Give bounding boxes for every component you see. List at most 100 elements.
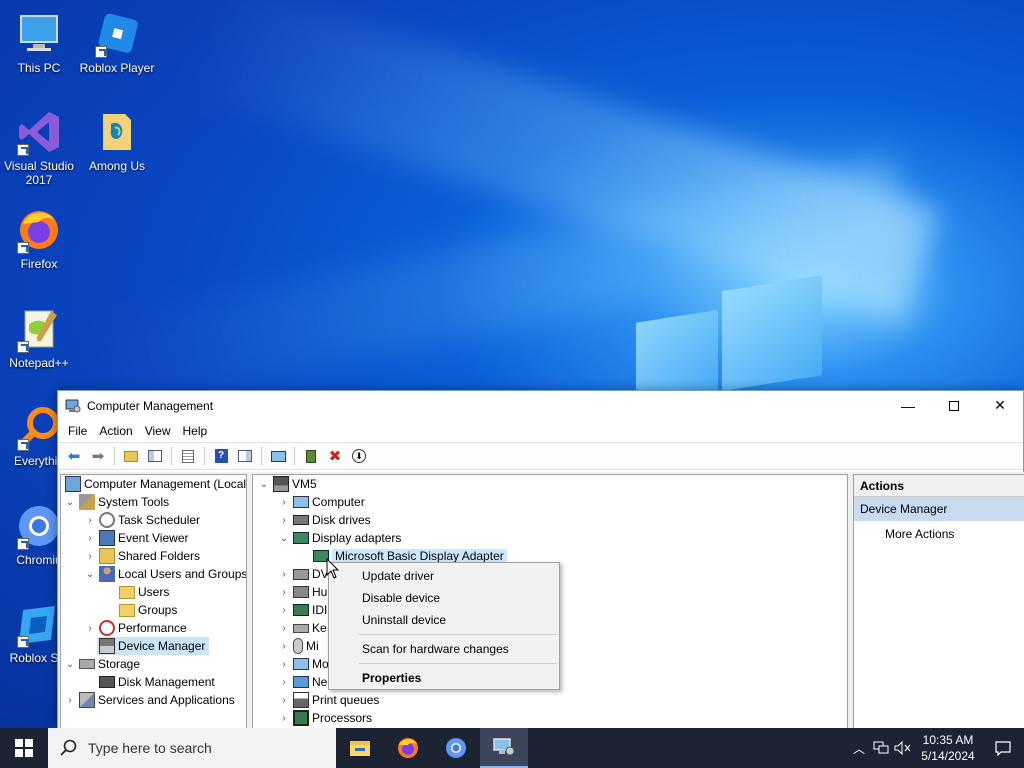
- minimize-button[interactable]: —: [885, 391, 931, 420]
- menu-view[interactable]: View: [139, 424, 177, 438]
- device-category-mice[interactable]: › Mi: [277, 637, 319, 655]
- chevron-right-icon[interactable]: ›: [63, 695, 77, 706]
- chevron-right-icon[interactable]: ›: [83, 515, 97, 526]
- show-hide-tree-button[interactable]: [144, 446, 166, 466]
- desktop-icon-this-pc[interactable]: This PC: [0, 10, 79, 75]
- menu-item-properties[interactable]: Properties: [329, 667, 559, 689]
- chevron-right-icon[interactable]: ›: [83, 623, 97, 634]
- chevron-down-icon[interactable]: ⌄: [83, 569, 97, 580]
- menu-item-update-driver[interactable]: Update driver: [329, 565, 559, 587]
- update-driver-button[interactable]: [300, 446, 322, 466]
- chevron-right-icon[interactable]: ›: [83, 533, 97, 544]
- actions-pane: Actions Device Manager More Actions: [853, 474, 1024, 729]
- device-category-dvd[interactable]: › DV: [277, 565, 328, 583]
- tree-item-event-viewer[interactable]: › Event Viewer: [83, 529, 188, 547]
- device-category-hid[interactable]: › Hu: [277, 583, 327, 601]
- menu-file[interactable]: File: [62, 424, 93, 438]
- taskbar-firefox[interactable]: [384, 728, 432, 768]
- down-arrow-circle-icon: ⬇: [352, 449, 366, 463]
- device-category-display-adapters[interactable]: ⌄ Display adapters: [277, 529, 402, 547]
- menu-item-uninstall-device[interactable]: Uninstall device: [329, 609, 559, 631]
- device-category-computer[interactable]: › Computer: [277, 493, 364, 511]
- device-category-keyboards[interactable]: › Ke: [277, 619, 326, 637]
- taskbar-search-box[interactable]: Type here to search: [48, 728, 336, 768]
- forward-button[interactable]: ➡: [87, 446, 109, 466]
- chevron-down-icon[interactable]: ⌄: [257, 479, 271, 490]
- desktop-icon-notepadpp[interactable]: Notepad++: [0, 305, 79, 370]
- chevron-right-icon[interactable]: ›: [83, 551, 97, 562]
- device-category-disk-drives[interactable]: › Disk drives: [277, 511, 370, 529]
- tree-item-disk-management[interactable]: Disk Management: [97, 673, 215, 691]
- start-button[interactable]: [0, 728, 48, 768]
- notification-center-button[interactable]: [982, 728, 1024, 768]
- taskbar-chromium[interactable]: [432, 728, 480, 768]
- close-button[interactable]: ✕: [977, 391, 1023, 420]
- chevron-right-icon[interactable]: ›: [277, 659, 291, 670]
- tree-item-device-manager[interactable]: Device Manager: [97, 637, 210, 655]
- device-category-ide[interactable]: › IDI: [277, 601, 327, 619]
- properties-button[interactable]: [177, 446, 199, 466]
- uninstall-device-button[interactable]: ✖: [324, 446, 346, 466]
- desktop-icon-firefox[interactable]: Firefox: [0, 206, 79, 271]
- tree-item-performance[interactable]: › Performance: [83, 619, 187, 637]
- monitor-icon: [270, 450, 286, 462]
- taskbar-file-explorer[interactable]: [336, 728, 384, 768]
- back-button[interactable]: ⬅: [63, 446, 85, 466]
- computer-icon: [273, 476, 289, 492]
- ide-controller-icon: [293, 604, 309, 616]
- chevron-down-icon[interactable]: ⌄: [63, 659, 77, 670]
- tree-item-groups[interactable]: Groups: [117, 601, 177, 619]
- scan-hardware-button[interactable]: [267, 446, 289, 466]
- chevron-right-icon[interactable]: ›: [277, 713, 291, 724]
- chevron-right-icon[interactable]: ›: [277, 515, 291, 526]
- users-icon: [99, 566, 115, 582]
- device-category-network-adapters[interactable]: › Ne: [277, 673, 327, 691]
- menu-help[interactable]: Help: [177, 424, 214, 438]
- tree-item-storage[interactable]: ⌄ Storage: [63, 655, 140, 673]
- tree-item-task-scheduler[interactable]: › Task Scheduler: [83, 511, 200, 529]
- tree-item-users[interactable]: Users: [117, 583, 169, 601]
- chevron-right-icon[interactable]: ›: [277, 677, 291, 688]
- chevron-right-icon[interactable]: ›: [277, 569, 291, 580]
- show-hidden-icons-button[interactable]: ︿: [848, 728, 870, 768]
- tree-item-local-users-groups[interactable]: ⌄ Local Users and Groups: [83, 565, 246, 583]
- device-category-monitors[interactable]: › Mo: [277, 655, 328, 673]
- chevron-down-icon[interactable]: ⌄: [63, 497, 77, 508]
- volume-tray-button[interactable]: [892, 728, 914, 768]
- tree-item-computer-management[interactable]: Computer Management (Local: [63, 475, 246, 493]
- keyboard-icon: [293, 623, 309, 633]
- device-category-print-queues[interactable]: › Print queues: [277, 691, 379, 709]
- chevron-right-icon[interactable]: ›: [277, 623, 291, 634]
- chevron-right-icon[interactable]: ›: [277, 641, 291, 652]
- tree-item-services-applications[interactable]: › Services and Applications: [63, 691, 235, 709]
- menu-item-disable-device[interactable]: Disable device: [329, 587, 559, 609]
- title-bar[interactable]: Computer Management — ✕: [58, 391, 1023, 420]
- more-actions-link[interactable]: More Actions: [854, 521, 1024, 541]
- taskbar-clock[interactable]: 10:35 AM 5/14/2024: [914, 732, 982, 764]
- chevron-right-icon[interactable]: ›: [277, 605, 291, 616]
- network-tray-button[interactable]: [870, 728, 892, 768]
- desktop-icon-among-us[interactable]: Among Us: [77, 108, 157, 173]
- search-icon: [60, 739, 77, 756]
- roblox-studio-icon: [15, 600, 63, 648]
- firefox-icon: [15, 206, 63, 254]
- device-root-vm5[interactable]: ⌄ VM5: [257, 475, 317, 493]
- menu-item-scan-hardware[interactable]: Scan for hardware changes: [329, 638, 559, 660]
- maximize-button[interactable]: [931, 391, 977, 420]
- disable-device-button[interactable]: ⬇: [348, 446, 370, 466]
- chevron-right-icon[interactable]: ›: [277, 587, 291, 598]
- taskbar-computer-management[interactable]: [480, 728, 528, 768]
- tree-item-system-tools[interactable]: ⌄ System Tools: [63, 493, 169, 511]
- desktop-icon-roblox-player[interactable]: Roblox Player: [77, 10, 157, 75]
- desktop-icon-visual-studio[interactable]: Visual Studio 2017: [0, 108, 79, 187]
- up-folder-button[interactable]: [120, 446, 142, 466]
- tree-item-shared-folders[interactable]: › Shared Folders: [83, 547, 200, 565]
- device-category-processors[interactable]: › Processors: [277, 709, 372, 727]
- action-pane-button[interactable]: [234, 446, 256, 466]
- chevron-right-icon[interactable]: ›: [277, 497, 291, 508]
- chevron-right-icon[interactable]: ›: [277, 695, 291, 706]
- chevron-down-icon[interactable]: ⌄: [277, 533, 291, 544]
- actions-section-device-manager[interactable]: Device Manager: [854, 497, 1024, 521]
- help-button[interactable]: ?: [210, 446, 232, 466]
- menu-action[interactable]: Action: [93, 424, 138, 438]
